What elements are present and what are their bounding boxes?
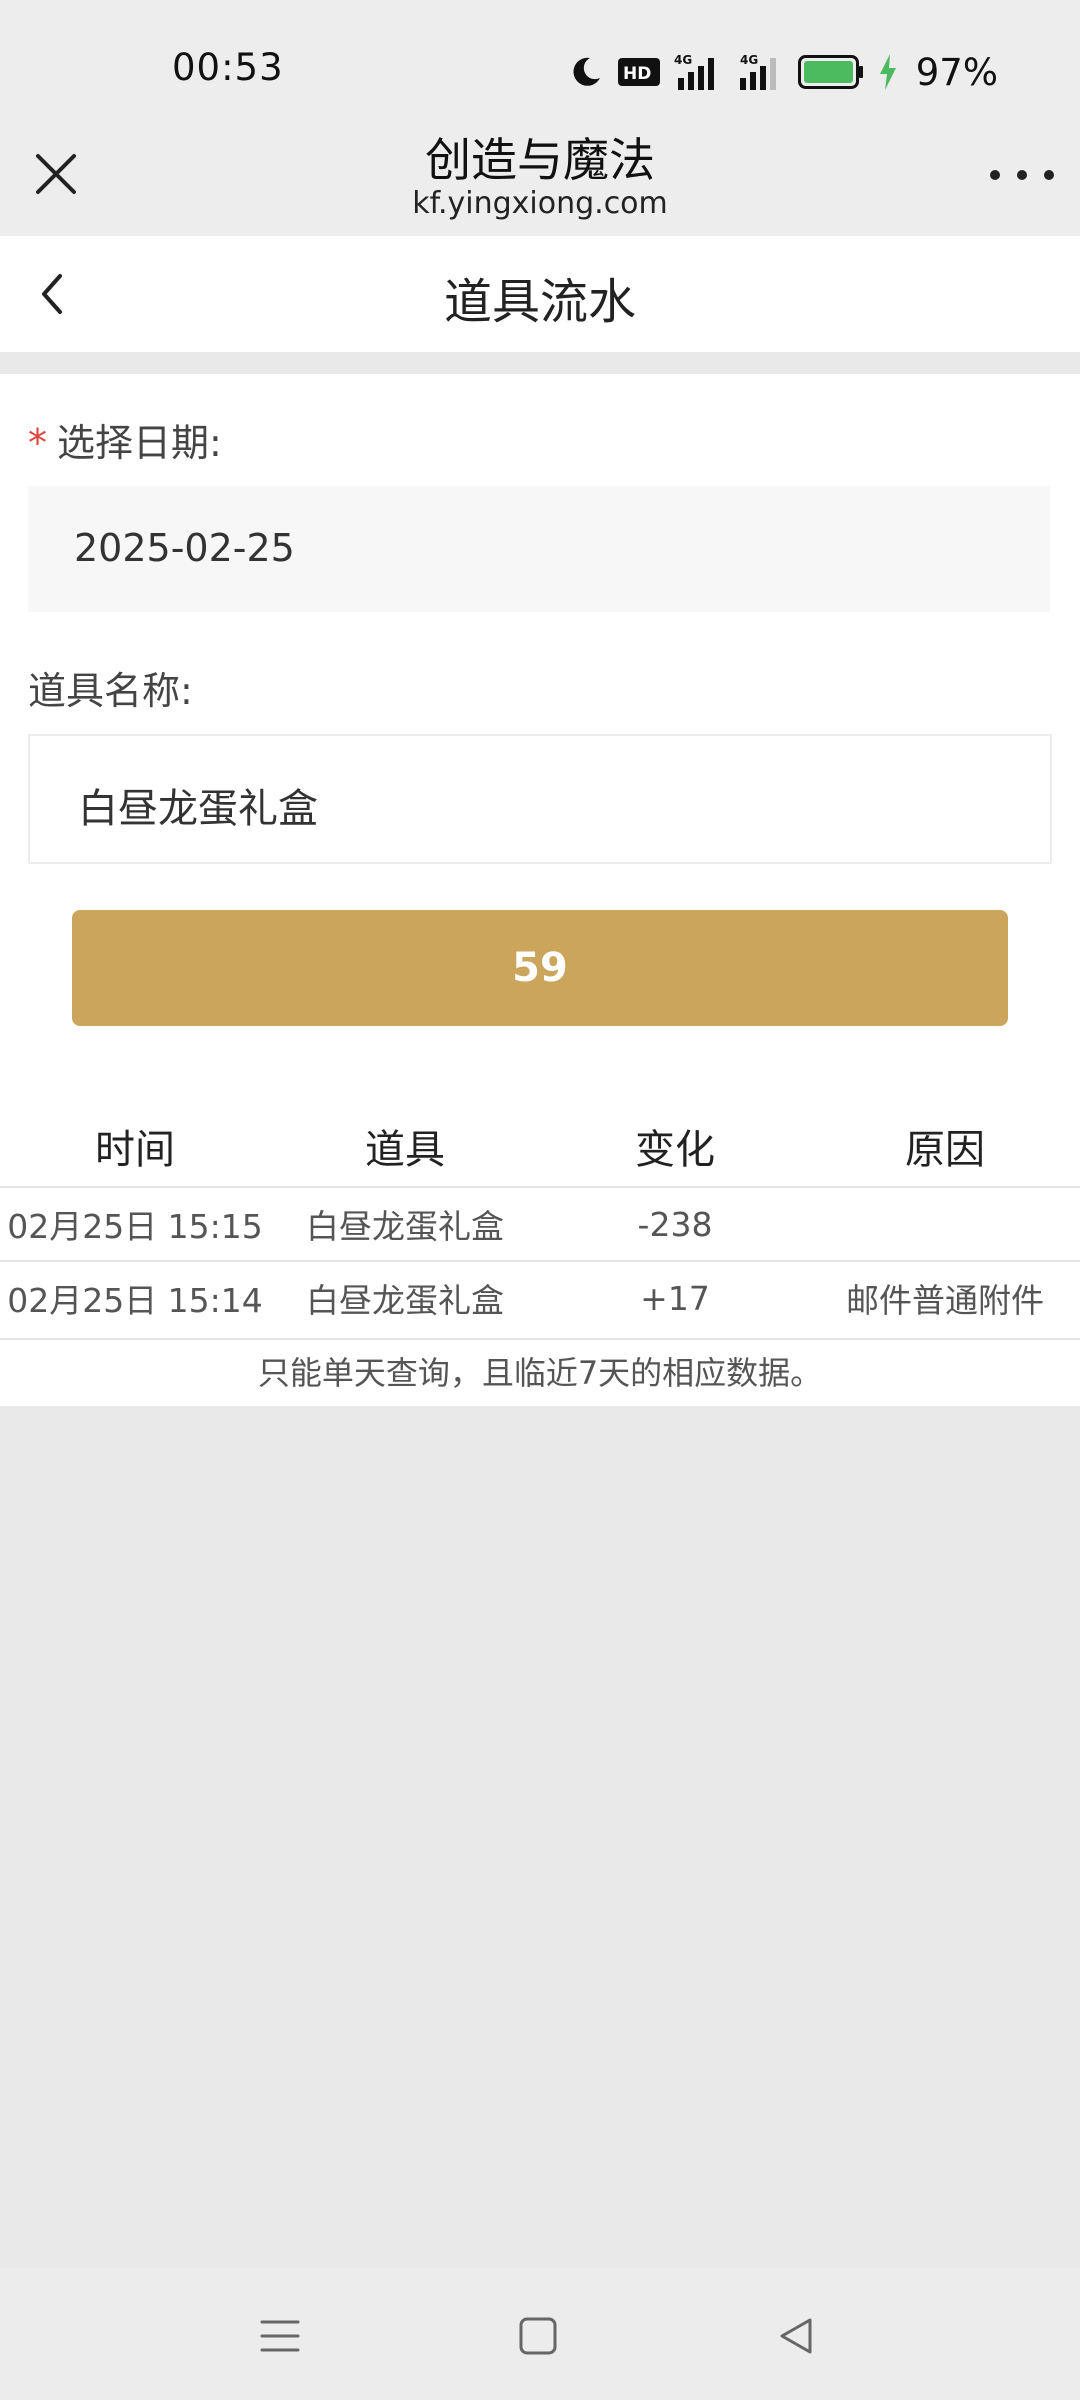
signal-4g-icon: 4G — [739, 53, 776, 90]
date-label: 选择日期: — [57, 421, 222, 465]
svg-text:HD: HD — [623, 64, 651, 84]
cell-time: 02月25日 15:14 — [0, 1260, 270, 1334]
query-note: 只能单天查询，且临近7天的相应数据。 — [0, 1338, 1080, 1406]
query-button[interactable]: 59 — [72, 910, 1008, 1026]
item-name-value: 白昼龙蛋礼盒 — [78, 786, 318, 832]
battery-percentage: 97% — [915, 50, 998, 94]
date-value: 2025-02-25 — [74, 526, 295, 570]
more-dot-icon — [1017, 170, 1027, 180]
more-dot-icon — [990, 170, 1000, 180]
header-time: 时间 — [95, 1127, 175, 1173]
date-label-row: * 选择日期: — [28, 412, 222, 467]
query-form: * 选择日期: 2025-02-25 道具名称: 白昼龙蛋礼盒 59 时间 道具 … — [0, 374, 1080, 1406]
more-options-button[interactable] — [990, 150, 1054, 200]
status-time: 00:53 — [172, 46, 284, 89]
item-name-input[interactable]: 白昼龙蛋礼盒 — [28, 734, 1052, 864]
table-row: 02月25日 15:15 白昼龙蛋礼盒 -238 — [0, 1186, 1080, 1261]
header-change: 变化 — [635, 1127, 715, 1173]
page-header: 道具流水 — [0, 236, 1080, 352]
date-picker[interactable]: 2025-02-25 — [28, 486, 1050, 612]
more-dot-icon — [1044, 170, 1054, 180]
battery-icon — [797, 55, 863, 89]
required-mark: * — [28, 421, 47, 465]
cell-change: -238 — [540, 1186, 810, 1261]
item-log-table: 时间 道具 变化 原因 02月25日 15:15 白昼龙蛋礼盒 -238 02月… — [0, 1106, 1080, 1334]
browser-title-bar: 创造与魔法 kf.yingxiong.com — [0, 110, 1080, 236]
system-nav-bar — [0, 2268, 1080, 2400]
moon-icon — [573, 57, 600, 86]
cell-item: 白昼龙蛋礼盒 — [270, 1260, 540, 1334]
back-nav-button[interactable] — [772, 2312, 820, 2360]
hd-icon: HD — [617, 58, 660, 86]
home-button[interactable] — [514, 2312, 562, 2360]
table-header-row: 时间 道具 变化 原因 — [0, 1106, 1080, 1187]
svg-text:4G: 4G — [674, 53, 692, 67]
table-row: 02月25日 15:14 白昼龙蛋礼盒 +17 邮件普通附件 — [0, 1260, 1080, 1334]
triangle-back-icon — [780, 2318, 812, 2354]
cell-reason — [810, 1186, 1080, 1261]
item-name-label: 道具名称: — [28, 669, 193, 713]
status-icons: HD 4G 4G 97% — [568, 46, 998, 98]
page-title: 道具流水 — [443, 274, 636, 330]
site-url: kf.yingxiong.com — [412, 186, 668, 221]
header-reason: 原因 — [905, 1127, 985, 1173]
site-title: 创造与魔法 — [425, 133, 655, 187]
svg-text:4G: 4G — [740, 53, 758, 67]
recents-button[interactable] — [256, 2312, 304, 2360]
square-icon — [519, 2317, 557, 2355]
header-item: 道具 — [365, 1127, 445, 1173]
cell-item: 白昼龙蛋礼盒 — [270, 1186, 540, 1261]
signal-4g-icon: 4G — [674, 53, 714, 90]
menu-icon — [260, 2320, 300, 2352]
charging-icon — [879, 54, 896, 90]
cell-reason: 邮件普通附件 — [810, 1260, 1080, 1334]
cell-time: 02月25日 15:15 — [0, 1186, 270, 1261]
cell-change: +17 — [540, 1260, 810, 1334]
